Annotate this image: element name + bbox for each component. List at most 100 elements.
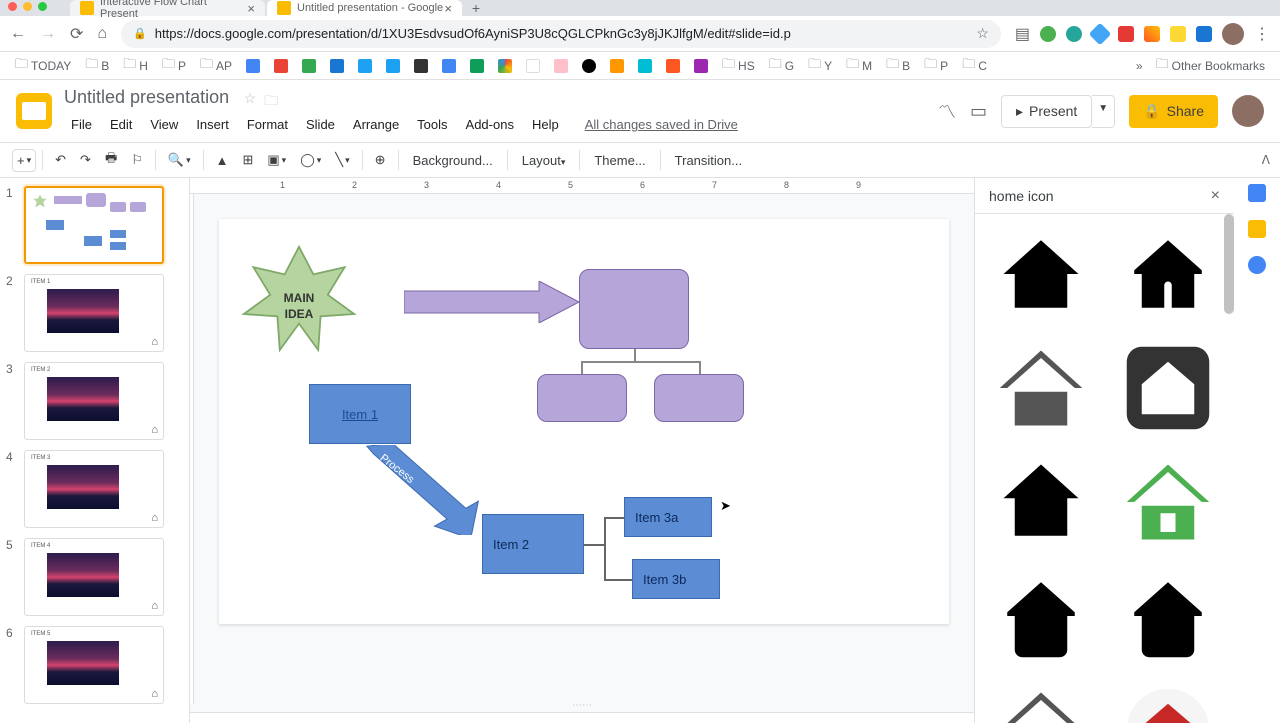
menu-tools[interactable]: Tools [410,114,454,135]
bookmark-item[interactable]: 🗀B [881,53,915,79]
menu-edit[interactable]: Edit [103,114,139,135]
speaker-notes[interactable]: Click to add speaker notes [190,712,974,723]
layout-button[interactable]: Layout▾ [514,149,574,172]
new-slide-button[interactable]: +▾ [12,149,36,172]
menu-insert[interactable]: Insert [189,114,236,135]
bookmark-item[interactable] [465,57,489,75]
image-result[interactable] [1108,562,1229,670]
rect-shape-item1[interactable]: Item 1 [309,384,411,444]
reload-icon[interactable]: ⟳ [70,24,83,44]
bookmark-item[interactable]: 🗀B [80,53,114,79]
bookmark-item[interactable]: 🗀TODAY [10,53,76,79]
rect-shape-item2[interactable]: Item 2 [482,514,584,574]
browser-tab-active[interactable]: Untitled presentation - Google × [267,0,462,16]
url-input[interactable]: 🔒 https://docs.google.com/presentation/d… [121,20,1001,48]
back-icon[interactable]: ← [10,25,26,43]
bookmark-item[interactable]: 🗀C [957,53,992,79]
home-icon[interactable]: ⌂ [97,25,107,43]
shape-tool[interactable]: ◯▾ [294,148,327,172]
calendar-icon[interactable] [1248,184,1266,202]
slide-thumbnail[interactable]: 5 ITEM 4⌂ [6,538,183,616]
comment-button[interactable]: ⊕ [369,148,392,172]
comments-icon[interactable]: ▭ [970,101,987,122]
process-arrow-shape[interactable] [359,445,479,535]
slide-thumbnail[interactable]: 3 ITEM 2⌂ [6,362,183,440]
collapse-toolbar-icon[interactable]: ᐱ [1262,153,1270,167]
bookmark-item[interactable] [633,57,657,75]
image-result[interactable] [981,220,1102,328]
menu-file[interactable]: File [64,114,99,135]
close-window-icon[interactable] [8,2,17,11]
bookmark-item[interactable] [241,57,265,75]
menu-addons[interactable]: Add-ons [459,114,521,135]
block-arrow-shape[interactable] [404,281,579,323]
slide-thumbnail[interactable]: 1 [6,186,183,264]
bookmark-item[interactable] [521,57,545,75]
paint-format-button[interactable]: ⚐ [125,148,149,172]
bookmark-item[interactable] [269,57,293,75]
redo-button[interactable]: ↷ [74,148,97,172]
image-result[interactable] [1108,676,1229,723]
image-result[interactable] [1108,220,1229,328]
bookmark-item[interactable] [381,57,405,75]
zoom-button[interactable]: 🔍▾ [162,148,197,172]
ext-icon[interactable] [1144,26,1160,42]
bookmark-item[interactable] [325,57,349,75]
explore-results[interactable] [975,214,1234,723]
image-result[interactable] [1108,448,1229,556]
bookmark-item[interactable] [437,57,461,75]
save-status[interactable]: All changes saved in Drive [578,114,745,135]
maximize-window-icon[interactable] [38,2,47,11]
item1-link[interactable]: Item 1 [342,407,378,422]
menu-arrange[interactable]: Arrange [346,114,406,135]
image-result[interactable] [981,562,1102,670]
bookmarks-overflow-icon[interactable]: » [1136,59,1143,73]
new-tab-button[interactable]: + [464,0,488,16]
slide-thumbnail[interactable]: 4 ITEM 3⌂ [6,450,183,528]
print-button[interactable]: 🖶 [99,145,123,175]
transition-button[interactable]: Transition... [667,149,750,172]
forward-icon[interactable]: → [40,25,56,43]
bookmark-item[interactable]: 🗀HS [717,53,760,79]
reader-icon[interactable]: ▤ [1015,24,1030,44]
bookmark-item[interactable] [577,57,601,75]
menu-view[interactable]: View [143,114,185,135]
menu-format[interactable]: Format [240,114,295,135]
line-tool[interactable]: ╲▾ [329,148,355,172]
bookmark-item[interactable]: 🗀AP [195,53,237,79]
bookmark-item[interactable]: 🗀G [764,53,799,79]
share-button[interactable]: 🔒 Share [1129,95,1218,128]
textbox-tool[interactable]: ⊞ [236,148,259,172]
close-panel-icon[interactable]: × [1211,187,1220,205]
slide-thumbnail[interactable]: 2 ITEM 1⌂ [6,274,183,352]
image-result[interactable] [981,676,1102,723]
bookmark-item[interactable] [297,57,321,75]
browser-profile-avatar[interactable] [1222,23,1244,45]
undo-button[interactable]: ↶ [49,148,72,172]
menu-help[interactable]: Help [525,114,566,135]
ext-icon[interactable] [1040,26,1056,42]
document-title[interactable]: Untitled presentation [64,87,229,108]
horizontal-ruler[interactable]: 123456789 [190,178,974,194]
bookmark-item[interactable] [689,57,713,75]
image-result[interactable] [1108,334,1229,442]
present-dropdown[interactable]: ▼ [1092,95,1115,128]
notes-resize-handle[interactable]: ⋯⋯ [190,704,974,712]
other-bookmarks[interactable]: 🗀Other Bookmarks [1151,53,1270,79]
slide-filmstrip[interactable]: 1 2 ITEM 1⌂ 3 ITEM 2⌂ 4 ITEM 3⌂ 5 ITEM 4… [0,178,190,723]
ext-icon[interactable] [1196,26,1212,42]
activity-icon[interactable]: 〽 [938,98,956,124]
keep-icon[interactable] [1248,220,1266,238]
image-result[interactable] [981,448,1102,556]
browser-menu-icon[interactable]: ⋮ [1254,24,1270,44]
rounded-rect-shape[interactable] [537,374,627,422]
close-tab-icon[interactable]: × [444,1,452,16]
bookmark-item[interactable] [661,57,685,75]
close-tab-icon[interactable]: × [247,1,255,16]
bookmark-item[interactable]: 🗀M [841,53,877,79]
select-tool[interactable]: ▲ [210,149,235,172]
bookmark-item[interactable] [605,57,629,75]
ext-icon[interactable] [1170,26,1186,42]
move-folder-icon[interactable]: 🗀 [264,90,278,114]
slide-thumbnail[interactable]: 6 ITEM 5⌂ [6,626,183,704]
